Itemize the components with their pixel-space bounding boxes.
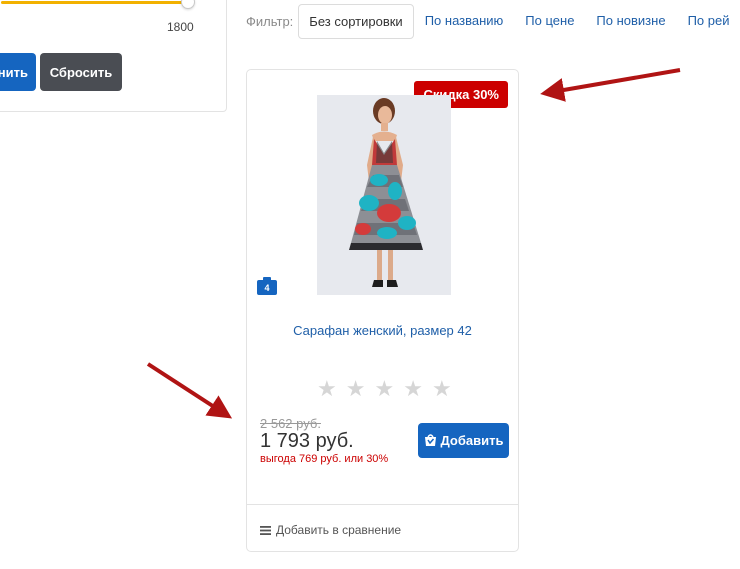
add-to-compare-label: Добавить в сравнение (276, 523, 402, 537)
price-slider-max-value: 1800 (167, 20, 194, 34)
rating-stars[interactable]: ★ ★ ★ ★ ★ (317, 378, 452, 400)
basket-icon (424, 434, 436, 446)
add-to-cart-label: Добавить (440, 433, 504, 448)
reset-filter-button[interactable]: Сбросить (40, 53, 122, 91)
sort-none[interactable]: Без сортировки (298, 3, 414, 39)
product-title-link[interactable]: Сарафан женский, размер 42 (247, 323, 518, 338)
sort-bar: Фильтр: Без сортировки По названию По це… (246, 3, 740, 39)
price-slider-track[interactable] (1, 1, 189, 4)
arrow-to-price (146, 362, 233, 419)
sort-label: Фильтр: (246, 13, 294, 29)
price-slider-handle[interactable] (181, 0, 195, 9)
photo-count-badge[interactable]: 4 (257, 277, 277, 295)
add-to-compare-link[interactable]: Добавить в сравнение (260, 523, 401, 537)
list-icon (260, 525, 271, 535)
add-to-cart-button[interactable]: Добавить (418, 423, 509, 458)
current-price: 1 793 руб. (260, 430, 354, 452)
star-icon[interactable]: ★ (432, 378, 452, 400)
arrow-to-discount-badge (540, 68, 681, 102)
photo-count: 4 (264, 282, 270, 293)
savings-note: выгода 769 руб. или 30% (260, 453, 389, 465)
star-icon[interactable]: ★ (374, 378, 394, 400)
apply-filter-button[interactable]: менить (0, 53, 36, 91)
star-icon[interactable]: ★ (403, 378, 423, 400)
old-price: 2 562 руб. (260, 416, 321, 431)
sort-by-name[interactable]: По названию (414, 4, 515, 38)
sort-by-rating[interactable]: По рей (677, 4, 740, 38)
sort-by-price[interactable]: По цене (514, 4, 585, 38)
filter-panel: 1800 менить Сбросить (0, 0, 227, 112)
product-card: Скидка 30% 4 Сарафан женский, размер 42 … (246, 69, 519, 552)
product-image[interactable] (317, 95, 451, 295)
card-divider (247, 504, 518, 505)
star-icon[interactable]: ★ (346, 378, 366, 400)
star-icon[interactable]: ★ (317, 378, 337, 400)
product-photo-dress (317, 95, 451, 295)
sort-by-newest[interactable]: По новизне (585, 4, 676, 38)
